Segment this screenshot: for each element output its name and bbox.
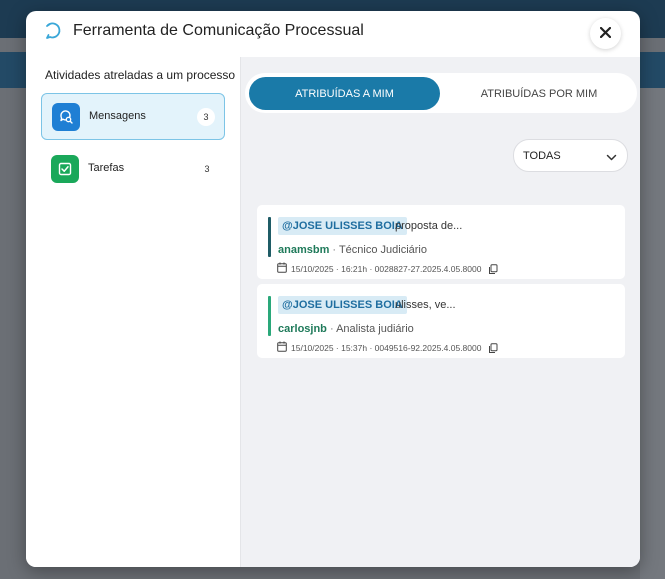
assignment-tabs: ATRIBUÍDAS A MIM ATRIBUÍDAS POR MIM (245, 73, 637, 113)
count-badge: 3 (198, 160, 216, 178)
modal-header: Ferramenta de Comunicação Processual (26, 11, 640, 57)
mention-tag: @JOSE ULISSES BOIA (278, 296, 407, 314)
filter-value: TODAS (523, 150, 561, 162)
card-accent-bar (268, 217, 271, 257)
communication-modal: Ferramenta de Comunicação Processual Ati… (26, 11, 640, 567)
close-button[interactable] (590, 18, 621, 49)
copy-icon[interactable] (488, 263, 498, 275)
copy-icon[interactable] (488, 342, 498, 354)
author-username: carlosjnb (278, 323, 327, 335)
background-table-edge (640, 88, 665, 579)
message-snippet: proposta de... (395, 220, 463, 232)
meta-date-process: 15/10/2025 · 16:21h · 0028827-27.2025.4.… (291, 264, 482, 274)
card-accent-bar (268, 296, 271, 336)
message-search-icon (52, 103, 80, 131)
chevron-down-icon (606, 150, 617, 168)
modal-title: Ferramenta de Comunicação Processual (73, 22, 364, 39)
calendar-icon (277, 260, 287, 278)
sidebar-item-label: Mensagens (89, 110, 146, 122)
status-filter-select[interactable]: TODAS (513, 139, 628, 172)
meta-date-process: 15/10/2025 · 15:37h · 0049516-92.2025.4.… (291, 343, 482, 353)
messages-panel: ATRIBUÍDAS A MIM ATRIBUÍDAS POR MIM TODA… (240, 57, 640, 567)
message-card[interactable]: @JOSE ULISSES BOIA ulisses, ve... carlos… (257, 284, 625, 358)
message-author: anamsbm · Técnico Judiciário (278, 244, 427, 256)
message-card[interactable]: @JOSE ULISSES BOIA proposta de... anamsb… (257, 205, 625, 279)
message-meta: 15/10/2025 · 16:21h · 0028827-27.2025.4.… (277, 260, 498, 278)
author-username: anamsbm (278, 244, 330, 256)
activities-sidebar: Atividades atreladas a um processo Mensa… (26, 57, 240, 567)
count-badge: 3 (197, 108, 215, 126)
author-separator: · (332, 244, 337, 256)
sidebar-item-label: Tarefas (88, 162, 125, 174)
tab-atribuidas-a-mim[interactable]: ATRIBUÍDAS A MIM (249, 77, 440, 110)
author-separator: · (329, 323, 334, 335)
calendar-icon (277, 339, 287, 357)
message-meta: 15/10/2025 · 15:37h · 0049516-92.2025.4.… (277, 339, 498, 357)
sidebar-title: Atividades atreladas a um processo (45, 68, 236, 82)
chat-logo-icon (44, 21, 64, 41)
message-snippet: ulisses, ve... (395, 299, 456, 311)
author-role: Analista judiário (336, 323, 414, 335)
message-author: carlosjnb · Analista judiário (278, 323, 414, 335)
author-role: Técnico Judiciário (338, 244, 427, 256)
close-icon (599, 25, 612, 43)
mention-tag: @JOSE ULISSES BOIA (278, 217, 407, 235)
task-check-icon (51, 155, 79, 183)
sidebar-item-mensagens[interactable]: Mensagens 3 (41, 93, 225, 140)
sidebar-item-tarefas[interactable]: Tarefas 3 (41, 146, 225, 193)
tab-atribuidas-por-mim[interactable]: ATRIBUÍDAS POR MIM (445, 77, 633, 110)
